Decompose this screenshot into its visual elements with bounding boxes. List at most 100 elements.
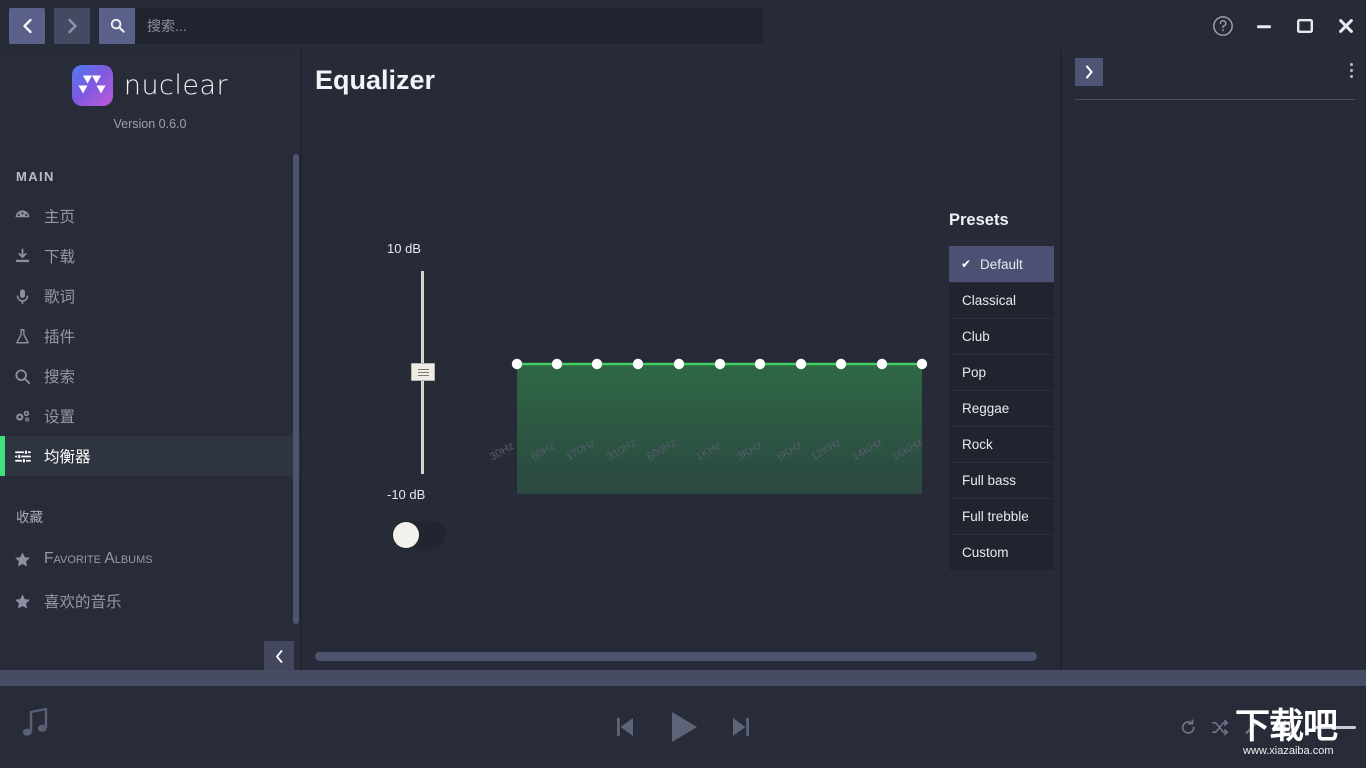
presets-list: ✔ Default Classical Club Pop Reggae Rock	[949, 246, 1054, 570]
sidebar-item-label: 喜欢的音乐	[44, 594, 122, 611]
gears-settings-icon	[14, 408, 40, 425]
preset-item-classical[interactable]: Classical	[949, 282, 1054, 318]
eq-handle[interactable]	[754, 358, 766, 370]
queue-menu-button[interactable]	[1350, 63, 1353, 78]
minimize-icon	[1256, 24, 1271, 28]
previous-track-icon	[617, 718, 633, 736]
chevron-left-icon	[275, 649, 282, 663]
search-input[interactable]	[135, 7, 763, 44]
home-dashboard-icon	[14, 208, 40, 225]
autoradio-button[interactable]	[1243, 718, 1261, 736]
eq-handle[interactable]	[511, 358, 523, 370]
app-name: nuclear	[123, 70, 229, 101]
sidebar-item-label: 主页	[44, 209, 76, 226]
panel-separator	[0, 670, 1366, 686]
main-horizontal-scrollbar[interactable]	[315, 652, 1037, 661]
volume-button[interactable]	[1275, 717, 1298, 737]
queue-panel	[1060, 51, 1366, 670]
sidebar-item-label: 搜索	[44, 369, 76, 386]
download-icon	[14, 247, 40, 265]
sidebar-item-plugins[interactable]: 插件	[0, 316, 300, 356]
shuffle-button[interactable]	[1211, 719, 1229, 736]
next-button[interactable]	[729, 714, 753, 740]
now-playing-placeholder	[20, 707, 50, 744]
eq-handle[interactable]	[673, 358, 685, 370]
nuclear-logo-icon	[71, 65, 113, 106]
eq-handle[interactable]	[551, 358, 563, 370]
star-icon	[14, 551, 40, 568]
sidebar-item-home[interactable]: 主页	[0, 196, 300, 236]
preset-label: Club	[962, 329, 990, 344]
presets-panel: Presets ✔ Default Classical Club Pop Reg…	[949, 211, 1054, 570]
sidebar-item-label: 插件	[44, 329, 76, 346]
preset-item-full-trebble[interactable]: Full trebble	[949, 498, 1054, 534]
eq-handle[interactable]	[916, 358, 928, 370]
queue-expand-button[interactable]	[1075, 58, 1103, 86]
help-button[interactable]	[1202, 0, 1243, 51]
search-icon	[14, 368, 40, 385]
back-button[interactable]	[9, 7, 45, 44]
microphone-icon	[14, 288, 40, 305]
preset-item-custom[interactable]: Custom	[949, 534, 1054, 570]
magic-wand-icon	[1245, 719, 1260, 735]
preset-item-rock[interactable]: Rock	[949, 426, 1054, 462]
sidebar-scrollbar[interactable]	[293, 154, 299, 624]
preset-label: Classical	[962, 293, 1017, 308]
play-button[interactable]	[663, 707, 703, 747]
sidebar-item-lyrics[interactable]: 歌词	[0, 276, 300, 316]
search-icon	[110, 18, 125, 33]
sidebar-section-favorites: 收藏	[16, 510, 43, 525]
eq-area-fill	[517, 364, 922, 494]
preset-item-default[interactable]: ✔ Default	[949, 246, 1054, 282]
player-right-controls	[1180, 686, 1356, 768]
sidebar-item-downloads[interactable]: 下载	[0, 236, 300, 276]
minimize-button[interactable]	[1243, 0, 1284, 51]
preset-label: Reggae	[962, 401, 1010, 416]
preset-label: Full bass	[962, 473, 1017, 488]
volume-slider[interactable]	[1312, 725, 1356, 729]
equalizer-panel: 10 dB -10 dB 30Hz 60Hz 170Hz 310Hz 600Hz…	[302, 51, 1060, 670]
sidebar-section-main: MAIN	[16, 169, 55, 184]
eq-handle[interactable]	[876, 358, 888, 370]
sidebar-item-label: 歌词	[44, 289, 76, 306]
dot	[1350, 69, 1353, 72]
flask-plugin-icon	[14, 328, 40, 345]
eq-handle[interactable]	[714, 358, 726, 370]
preset-item-reggae[interactable]: Reggae	[949, 390, 1054, 426]
help-circle-icon	[1212, 15, 1233, 36]
eq-handle[interactable]	[591, 358, 603, 370]
preset-label: Full trebble	[962, 509, 1029, 524]
preset-item-pop[interactable]: Pop	[949, 354, 1054, 390]
player-bar	[0, 686, 1366, 768]
equalizer-graph[interactable]	[302, 51, 1060, 670]
sidebar-item-favorite-albums[interactable]: Favorite Albums	[0, 538, 300, 580]
repeat-button[interactable]	[1180, 718, 1197, 736]
search-button[interactable]	[99, 7, 135, 44]
sidebar-item-settings[interactable]: 设置	[0, 396, 300, 436]
maximize-button[interactable]	[1284, 0, 1325, 51]
chevron-right-icon	[67, 18, 77, 33]
nuclear-triangles-icon	[78, 75, 106, 93]
check-icon: ✔	[961, 257, 972, 271]
shuffle-icon	[1212, 719, 1229, 735]
sidebar-item-favorite-tracks[interactable]: 喜欢的音乐	[0, 580, 300, 622]
top-bar	[0, 0, 1366, 51]
search-bar	[99, 7, 763, 44]
previous-button[interactable]	[613, 714, 637, 740]
sidebar-item-equalizer[interactable]: 均衡器	[0, 436, 300, 476]
preset-label: Rock	[962, 437, 993, 452]
sidebar-item-search[interactable]: 搜索	[0, 356, 300, 396]
eq-handle[interactable]	[795, 358, 807, 370]
main-content: Equalizer 10 dB -10 dB 30Hz 60Hz 170Hz 3…	[300, 51, 1060, 670]
preset-item-full-bass[interactable]: Full bass	[949, 462, 1054, 498]
forward-button[interactable]	[54, 7, 90, 44]
close-button[interactable]	[1325, 0, 1366, 51]
preset-item-club[interactable]: Club	[949, 318, 1054, 354]
equalizer-sliders-icon	[14, 448, 40, 465]
sidebar-item-label: Favorite Albums	[44, 550, 153, 567]
chevron-left-icon	[22, 18, 32, 33]
eq-handle[interactable]	[632, 358, 644, 370]
sidebar-collapse-button[interactable]	[264, 641, 294, 670]
eq-handle[interactable]	[835, 358, 847, 370]
sidebar-nav: MAIN 主页 下载 歌词 插件 搜索 设置 均衡器 收藏 Favorite A…	[0, 169, 300, 669]
